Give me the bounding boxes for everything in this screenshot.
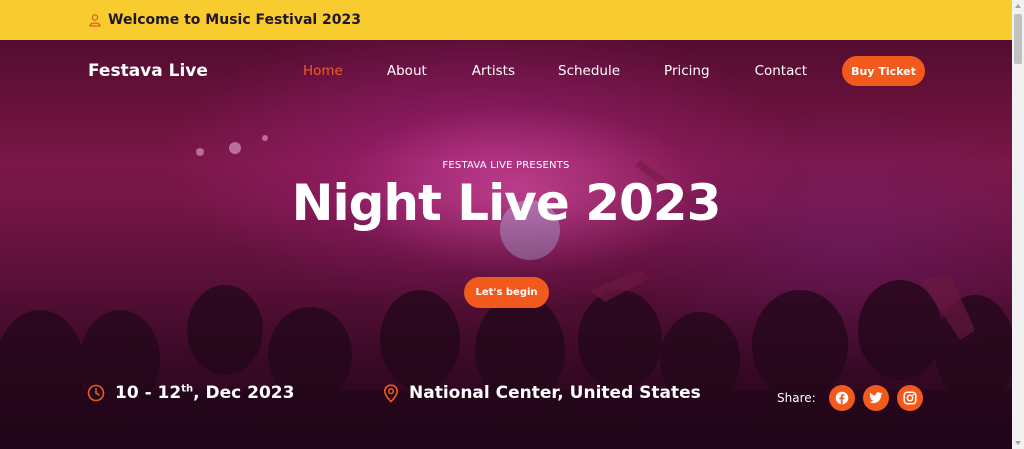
nav-schedule[interactable]: Schedule (558, 63, 620, 79)
scroll-down-arrow[interactable] (1015, 441, 1021, 445)
nav-pricing[interactable]: Pricing (664, 63, 710, 79)
event-date-text: 10 - 12th, Dec 2023 (115, 383, 294, 403)
page-scrollbar[interactable] (1012, 0, 1024, 449)
date-month-year: , Dec 2023 (193, 383, 295, 403)
date-range: 10 - 12 (115, 383, 182, 403)
scroll-up-arrow[interactable] (1015, 4, 1021, 8)
hero-title: Night Live 2023 (291, 174, 722, 232)
user-icon (88, 13, 102, 27)
lets-begin-button[interactable]: Let's begin (464, 277, 549, 308)
site-brand[interactable]: Festava Live (88, 61, 208, 81)
twitter-icon[interactable] (862, 385, 889, 411)
announcement-bar: Welcome to Music Festival 2023 (0, 0, 1012, 40)
facebook-icon[interactable] (828, 385, 855, 411)
share-links: Share: (777, 385, 931, 411)
hero-section: Festava Live Home About Artists Schedule… (0, 40, 1012, 449)
nav-artists[interactable]: Artists (472, 63, 515, 79)
buy-ticket-button[interactable]: Buy Ticket (842, 56, 925, 86)
clock-icon (87, 384, 105, 402)
nav-contact[interactable]: Contact (755, 63, 808, 79)
share-label: Share: (777, 391, 816, 405)
date-ordinal: th (181, 383, 194, 395)
instagram-icon[interactable] (896, 385, 923, 411)
scroll-thumb[interactable] (1014, 14, 1022, 64)
hero-eyebrow: FESTAVA LIVE PRESENTS (442, 160, 570, 171)
main-nav: Home About Artists Schedule Pricing Cont… (303, 63, 807, 79)
nav-about[interactable]: About (387, 63, 427, 79)
event-location-text: National Center, United States (409, 383, 701, 403)
nav-home[interactable]: Home (303, 63, 343, 79)
event-location: National Center, United States (383, 383, 701, 403)
announcement-text: Welcome to Music Festival 2023 (108, 12, 362, 28)
event-date: 10 - 12th, Dec 2023 (87, 383, 294, 403)
map-pin-icon (383, 383, 399, 403)
